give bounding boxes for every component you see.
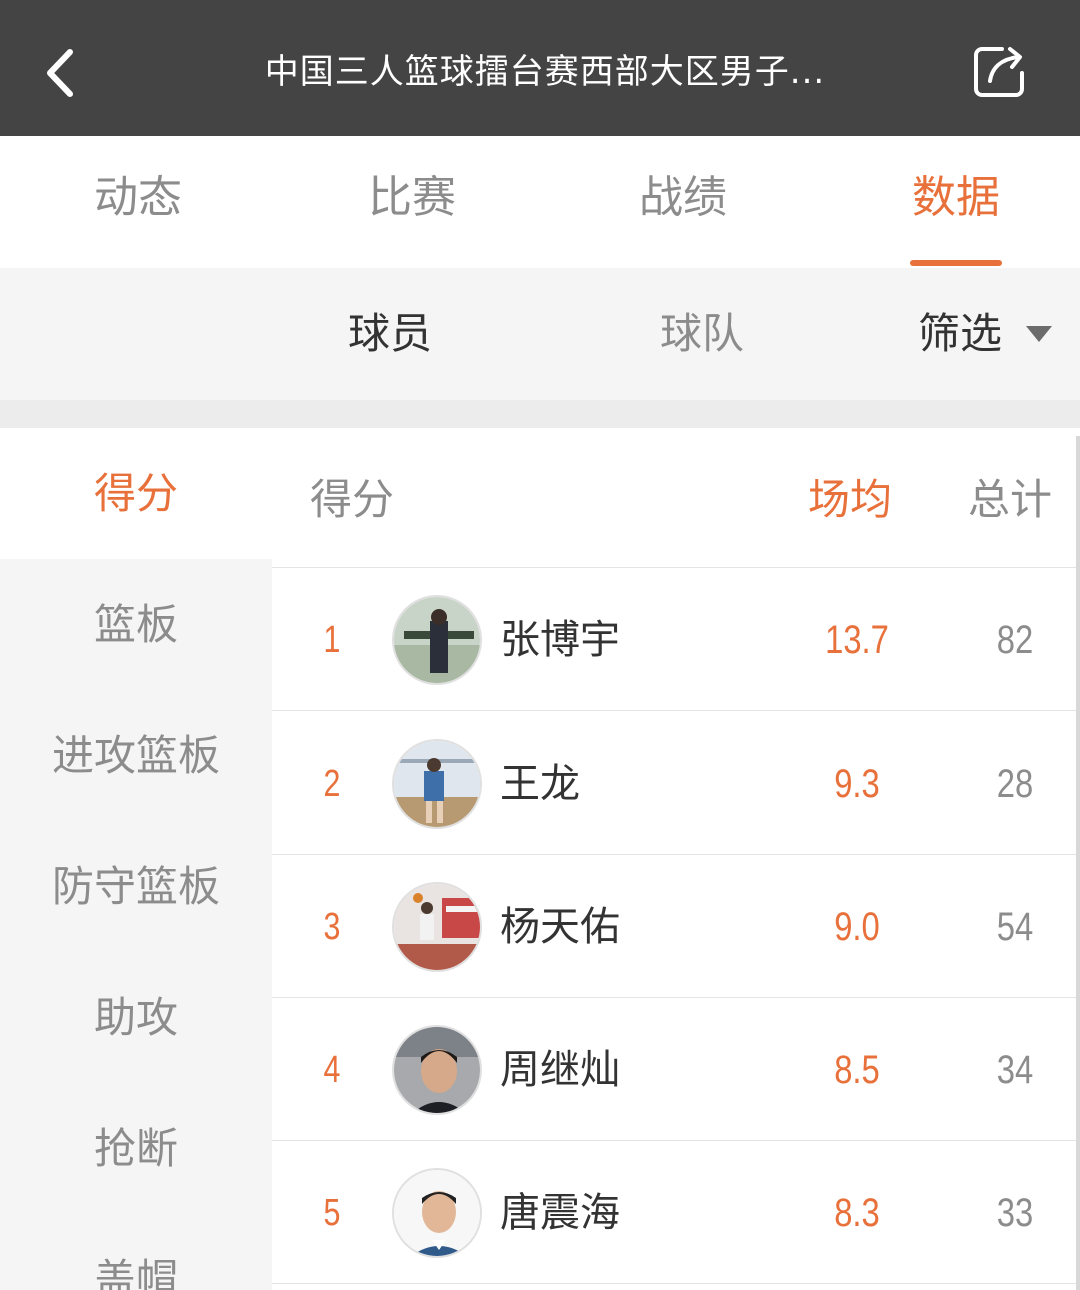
- active-tab-indicator: [910, 260, 1002, 266]
- category-assists[interactable]: 助攻: [0, 952, 272, 1083]
- top-bar: 中国三人篮球擂台赛西部大区男子...: [0, 0, 1080, 136]
- average-value: 8.5: [834, 1048, 880, 1092]
- category-rebounds[interactable]: 篮板: [0, 559, 272, 690]
- player-avatar: [392, 882, 482, 972]
- sort-total-header[interactable]: 总计: [968, 470, 1052, 530]
- player-name: 张博宇: [500, 617, 620, 663]
- player-row[interactable]: 3 杨天佑 9.0 54: [272, 855, 1080, 998]
- player-row[interactable]: 5 唐震海 8.3 33: [272, 1141, 1080, 1284]
- player-avatar: [392, 1025, 482, 1115]
- category-steals[interactable]: 抢断: [0, 1083, 272, 1214]
- player-row[interactable]: 1 张博宇 13.7 82: [272, 568, 1080, 711]
- player-row[interactable]: 2 王龙 9.3 28: [272, 712, 1080, 855]
- ranking-table: 得分 场均 总计 1 张博宇 13.7 82 2 王龙 9.3 28 3 杨天佑…: [272, 428, 1080, 1290]
- player-row[interactable]: 4 周继灿 8.5 34: [272, 998, 1080, 1141]
- total-value: 54: [996, 905, 1034, 949]
- filter-dropdown[interactable]: 筛选: [918, 304, 1053, 364]
- total-value: 34: [996, 1048, 1034, 1092]
- player-name: 周继灿: [500, 1047, 620, 1093]
- average-value: 13.7: [825, 618, 889, 662]
- page-title: 中国三人篮球擂台赛西部大区男子...: [264, 52, 826, 92]
- rank-number: 3: [323, 906, 341, 948]
- caret-down-icon: [1026, 326, 1053, 342]
- chevron-left-icon: [47, 49, 73, 97]
- category-points[interactable]: 得分: [0, 428, 272, 559]
- tab-players[interactable]: 球员: [348, 304, 432, 364]
- ranking-header: 得分 场均 总计: [272, 428, 1080, 568]
- category-offensive-rebounds[interactable]: 进攻篮板: [0, 690, 272, 821]
- filter-label: 筛选: [918, 309, 1003, 358]
- sort-avg-header[interactable]: 场均: [808, 470, 892, 530]
- main-tab-bar: 动态 比赛 战绩 数据: [0, 136, 1080, 268]
- player-avatar: [392, 1168, 482, 1258]
- tab-data[interactable]: 数据: [856, 166, 1056, 230]
- tab-teams[interactable]: 球队: [660, 304, 744, 364]
- rank-number: 4: [323, 1049, 341, 1091]
- total-value: 28: [996, 762, 1034, 806]
- average-value: 9.3: [834, 762, 880, 806]
- total-value: 33: [996, 1191, 1034, 1235]
- rank-number: 2: [323, 763, 341, 805]
- average-value: 9.0: [834, 905, 880, 949]
- player-name: 唐震海: [500, 1190, 620, 1236]
- player-avatar: [392, 739, 482, 829]
- rank-number: 1: [323, 619, 341, 661]
- stat-category-list: 得分 篮板 进攻篮板 防守篮板 助攻 抢断 盖帽: [0, 428, 272, 1290]
- average-value: 8.3: [834, 1191, 880, 1235]
- scrollbar[interactable]: [1076, 436, 1080, 1290]
- player-avatar: [392, 595, 482, 685]
- category-blocks[interactable]: 盖帽: [0, 1214, 272, 1290]
- sub-tab-bar: 球员 球队 筛选: [0, 268, 1080, 400]
- total-value: 82: [996, 618, 1034, 662]
- tab-news[interactable]: 动态: [38, 166, 238, 230]
- tab-matches[interactable]: 比赛: [312, 166, 512, 230]
- player-name: 王龙: [500, 761, 580, 807]
- share-button[interactable]: [960, 36, 1040, 106]
- back-button[interactable]: [30, 38, 90, 108]
- category-defensive-rebounds[interactable]: 防守篮板: [0, 821, 272, 952]
- share-icon: [974, 47, 1024, 97]
- player-name: 杨天佑: [500, 904, 620, 950]
- metric-title: 得分: [310, 475, 395, 524]
- section-divider: [0, 400, 1080, 428]
- rank-number: 5: [323, 1192, 341, 1234]
- tab-record[interactable]: 战绩: [583, 166, 783, 230]
